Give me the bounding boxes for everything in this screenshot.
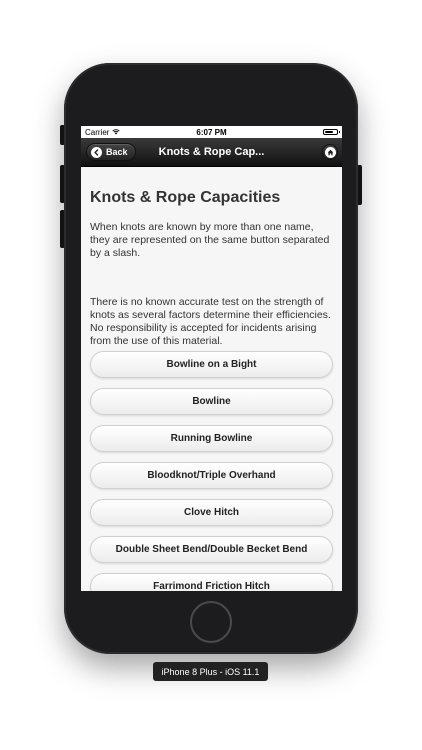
knot-button-running-bowline[interactable]: Running Bowline bbox=[90, 425, 333, 452]
simulator-stage: Carrier 6:07 PM Back Knots & Rope Cap...… bbox=[0, 0, 422, 750]
battery-icon bbox=[323, 129, 340, 135]
status-time: 6:07 PM bbox=[196, 127, 227, 137]
intro-paragraph: When knots are known by more than one na… bbox=[90, 221, 330, 259]
knot-button-clove-hitch[interactable]: Clove Hitch bbox=[90, 499, 333, 526]
home-icon bbox=[324, 146, 336, 158]
nav-bar: Back Knots & Rope Cap... bbox=[81, 138, 342, 167]
page-title: Knots & Rope Capacities bbox=[90, 189, 281, 206]
knot-list: Bowline on a Bight Bowline Running Bowli… bbox=[90, 351, 333, 591]
knot-button-bowline-on-a-bight[interactable]: Bowline on a Bight bbox=[90, 351, 333, 378]
knot-button-bloodknot[interactable]: Bloodknot/Triple Overhand bbox=[90, 462, 333, 489]
disclaimer-paragraph: There is no known accurate test on the s… bbox=[90, 296, 331, 347]
nav-title: Knots & Rope Cap... bbox=[158, 146, 265, 158]
content-area: Knots & Rope Capacities When knots are k… bbox=[81, 167, 342, 591]
chevron-left-icon bbox=[91, 146, 102, 158]
phone-screen: Carrier 6:07 PM Back Knots & Rope Cap...… bbox=[81, 126, 342, 591]
home-nav-button[interactable] bbox=[322, 144, 338, 160]
device-label: iPhone 8 Plus - iOS 11.1 bbox=[153, 662, 268, 681]
hardware-home-button[interactable] bbox=[190, 601, 232, 643]
knot-button-farrimond-friction-hitch[interactable]: Farrimond Friction Hitch bbox=[90, 573, 333, 591]
battery-level bbox=[325, 131, 333, 133]
status-bar: Carrier 6:07 PM bbox=[81, 126, 342, 138]
knot-button-bowline[interactable]: Bowline bbox=[90, 388, 333, 415]
knot-button-double-sheet-bend[interactable]: Double Sheet Bend/Double Becket Bend bbox=[90, 536, 333, 563]
